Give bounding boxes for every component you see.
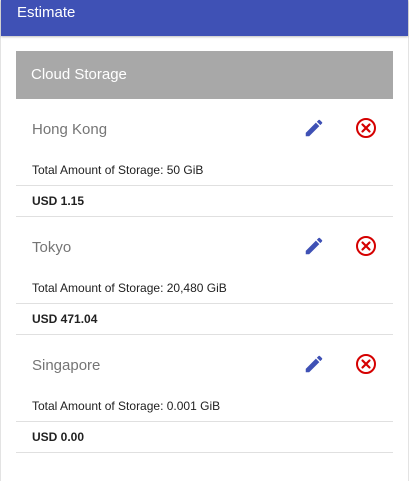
- estimate-item: Tokyo Total Amount of Storage: 20,480 Gi…: [16, 217, 393, 335]
- item-region: Singapore: [32, 357, 101, 374]
- section-header: Cloud Storage: [16, 51, 393, 99]
- edit-button[interactable]: [302, 352, 326, 376]
- edit-button[interactable]: [302, 116, 326, 140]
- item-header: Singapore: [16, 335, 393, 397]
- estimate-item: Singapore Total Amount of Storage: 0.001…: [16, 335, 393, 453]
- pencil-icon: [305, 355, 323, 373]
- edit-button[interactable]: [302, 234, 326, 258]
- item-storage-amount: Total Amount of Storage: 20,480 GiB: [16, 279, 393, 304]
- item-price: USD 471.04: [16, 304, 393, 335]
- delete-button[interactable]: [354, 116, 378, 140]
- delete-button[interactable]: [354, 234, 378, 258]
- close-circle-icon: [356, 236, 376, 256]
- estimate-panel: Estimate Cloud Storage Hong Kong Total A…: [0, 0, 409, 481]
- item-region: Hong Kong: [32, 121, 108, 138]
- delete-button[interactable]: [354, 352, 378, 376]
- item-price: USD 0.00: [16, 422, 393, 453]
- estimate-header: Estimate: [1, 0, 408, 36]
- item-region: Tokyo: [32, 239, 72, 256]
- pencil-icon: [305, 119, 323, 137]
- item-storage-amount: Total Amount of Storage: 0.001 GiB: [16, 397, 393, 422]
- estimate-item: Hong Kong Total Amount of Storage: 50 Gi…: [16, 99, 393, 217]
- pencil-icon: [305, 237, 323, 255]
- item-header: Tokyo: [16, 217, 393, 279]
- item-price: USD 1.15: [16, 186, 393, 217]
- item-storage-amount: Total Amount of Storage: 50 GiB: [16, 161, 393, 186]
- estimate-title: Estimate: [17, 4, 76, 21]
- close-circle-icon: [356, 354, 376, 374]
- section-title: Cloud Storage: [31, 66, 127, 83]
- item-header: Hong Kong: [16, 99, 393, 161]
- cloud-storage-section: Cloud Storage Hong Kong Total Amount of …: [16, 51, 393, 453]
- close-circle-icon: [356, 118, 376, 138]
